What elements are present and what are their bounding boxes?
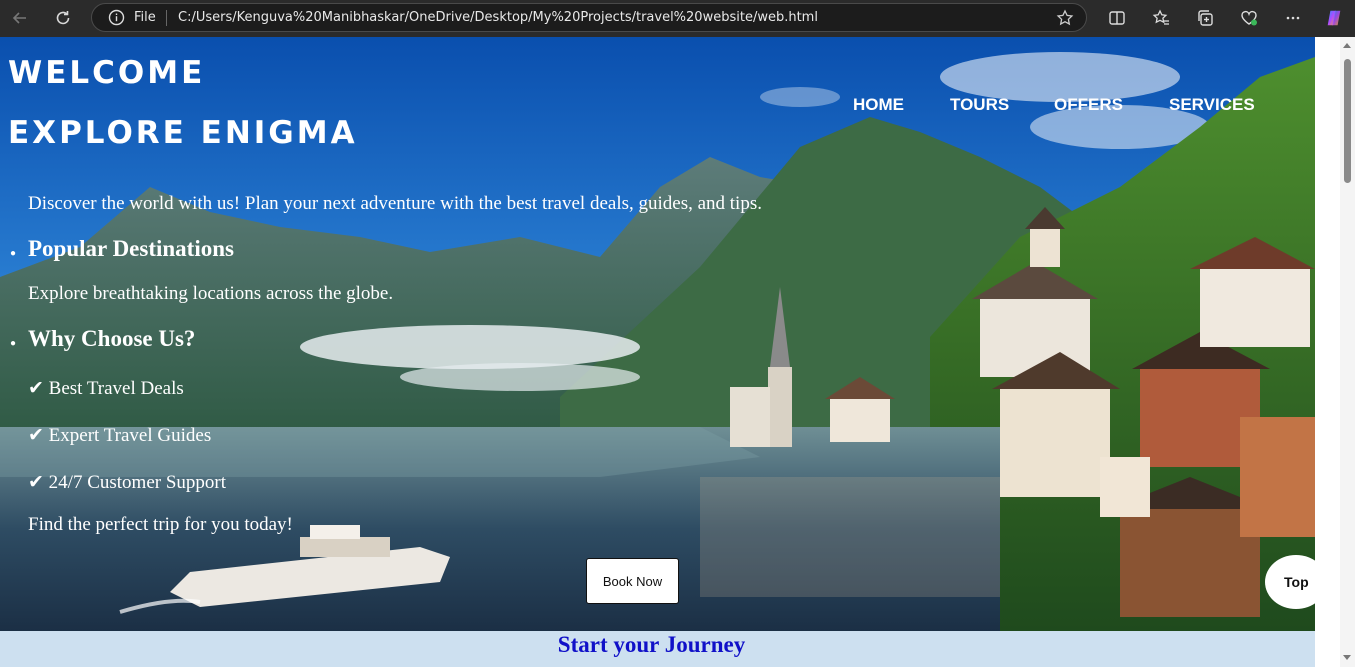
nav-services[interactable]: SERVICES — [1169, 95, 1255, 115]
heading-why-choose-us: Why Choose Us? — [28, 326, 196, 351]
heading-popular-destinations: Popular Destinations — [28, 236, 234, 261]
back-button[interactable] — [6, 5, 34, 31]
refresh-button[interactable] — [49, 5, 77, 31]
intro-text: Discover the world with us! Plan your ne… — [28, 193, 762, 214]
favorite-star-icon[interactable] — [1056, 9, 1074, 27]
feature-item: ✔ Best Travel Deals — [28, 378, 184, 399]
favorites-icon — [1152, 9, 1169, 25]
collections-button[interactable] — [1193, 6, 1217, 30]
book-now-button[interactable]: Book Now — [586, 558, 679, 604]
bullet-icon: ● — [10, 248, 17, 259]
site-title-welcome: WELCOME — [8, 55, 206, 91]
copilot-button[interactable] — [1322, 6, 1346, 30]
back-icon — [12, 12, 26, 24]
scroll-up-arrow-icon[interactable] — [1343, 43, 1351, 48]
refresh-icon — [56, 11, 70, 25]
collections-icon — [1198, 10, 1213, 26]
nav-home[interactable]: HOME — [853, 95, 904, 115]
popular-destinations-text: Explore breathtaking locations across th… — [28, 283, 394, 304]
bullet-icon: ● — [10, 338, 17, 349]
browser-essentials-button[interactable] — [1237, 6, 1261, 30]
nav-tours[interactable]: TOURS — [950, 95, 1009, 115]
scrollbar-thumb[interactable] — [1344, 59, 1351, 183]
split-screen-icon — [1109, 11, 1125, 25]
favorites-button[interactable] — [1149, 6, 1173, 30]
address-bar[interactable]: File C:/Users/Kenguva%20Manibhaskar/OneD… — [91, 3, 1087, 32]
closing-text: Find the perfect trip for you today! — [28, 514, 293, 535]
hero-section: WELCOME EXPLORE ENIGMA HOME TOURS OFFERS… — [0, 37, 1315, 631]
feature-item: ✔ Expert Travel Guides — [28, 425, 212, 446]
url-text[interactable]: C:/Users/Kenguva%20Manibhaskar/OneDrive/… — [178, 10, 818, 25]
file-label: File — [134, 10, 156, 25]
start-journey-heading: Start your Journey — [557, 632, 746, 657]
scroll-down-arrow-icon[interactable] — [1343, 655, 1351, 660]
browser-toolbar: File C:/Users/Kenguva%20Manibhaskar/OneD… — [0, 0, 1355, 37]
info-icon[interactable] — [108, 9, 125, 26]
vertical-scrollbar[interactable] — [1340, 37, 1355, 667]
more-icon — [1286, 16, 1300, 20]
web-page: WELCOME EXPLORE ENIGMA HOME TOURS OFFERS… — [0, 37, 1315, 667]
more-button[interactable] — [1281, 6, 1305, 30]
site-title-brand: EXPLORE ENIGMA — [8, 115, 358, 151]
copilot-icon — [1327, 10, 1341, 26]
address-separator — [166, 10, 167, 26]
feature-item: ✔ 24/7 Customer Support — [28, 472, 227, 493]
nav-offers[interactable]: OFFERS — [1054, 95, 1123, 115]
back-to-top-button[interactable]: Top — [1265, 555, 1327, 609]
split-screen-button[interactable] — [1105, 6, 1129, 30]
browser-essentials-icon — [1241, 10, 1257, 26]
